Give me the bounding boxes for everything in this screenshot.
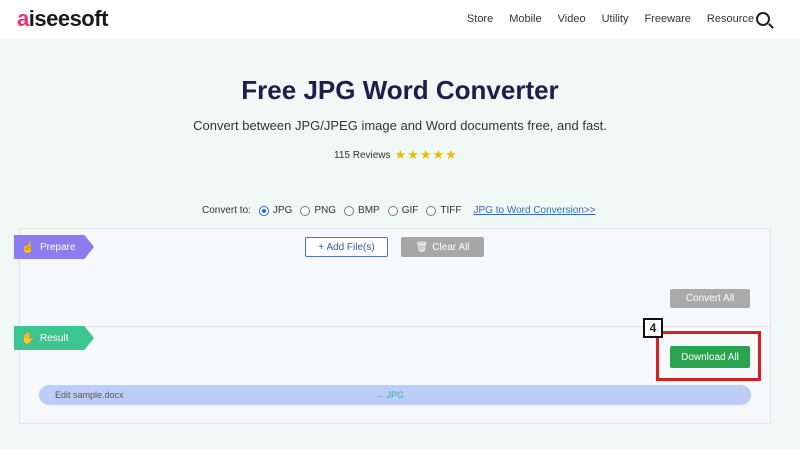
- clear-all-label: Clear All: [432, 241, 470, 253]
- nav-store[interactable]: Store: [467, 13, 493, 25]
- result-tag: ✋ Result: [14, 326, 94, 350]
- search-icon[interactable]: [756, 12, 770, 26]
- convert-to-label: Convert to:: [202, 205, 251, 216]
- result-label: Result: [40, 332, 69, 344]
- hand-pointer-icon: ☝: [21, 241, 35, 254]
- radio-tiff[interactable]: [426, 205, 437, 216]
- prepare-tag: ☝ Prepare: [14, 235, 94, 259]
- output-format: → JPG: [375, 390, 405, 400]
- trash-icon: 🗑: [415, 241, 429, 253]
- file-name: Edit sample.docx: [55, 390, 124, 400]
- nav-utility[interactable]: Utility: [602, 13, 629, 25]
- file-row[interactable]: Edit sample.docx → JPG: [39, 385, 751, 405]
- nav-video[interactable]: Video: [558, 13, 586, 25]
- nav-freeware[interactable]: Freeware: [644, 13, 690, 25]
- option-jpg-label[interactable]: JPG: [273, 205, 292, 216]
- radio-jpg[interactable]: [258, 205, 269, 216]
- reviews-count[interactable]: 115 Reviews: [334, 150, 391, 161]
- radio-png[interactable]: [300, 205, 311, 216]
- radio-gif[interactable]: [387, 205, 398, 216]
- convert-to-options: Convert to: JPG PNG BMP GIF TIFF JPG to …: [202, 205, 596, 216]
- option-bmp-label[interactable]: BMP: [358, 205, 380, 216]
- hand-icon: ✋: [21, 332, 35, 345]
- option-tiff-label[interactable]: TIFF: [440, 205, 461, 216]
- logo-accent-a: a: [17, 6, 29, 31]
- step-number-badge: 4: [643, 318, 663, 338]
- add-files-button[interactable]: + Add File(s): [305, 237, 388, 257]
- nav-mobile[interactable]: Mobile: [509, 13, 541, 25]
- option-png-label[interactable]: PNG: [314, 205, 336, 216]
- nav-resource[interactable]: Resource: [707, 13, 754, 25]
- rating-stars-icon: ★★★★★: [394, 147, 458, 162]
- clear-all-button[interactable]: 🗑 Clear All: [401, 237, 484, 257]
- jpg-to-word-link[interactable]: JPG to Word Conversion>>: [474, 205, 596, 216]
- top-navigation-bar: aiseesoft Store Mobile Video Utility Fre…: [0, 0, 800, 39]
- step-highlight-box: [656, 331, 761, 381]
- main-nav: Store Mobile Video Utility Freeware Reso…: [451, 13, 754, 25]
- page-subtitle: Convert between JPG/JPEG image and Word …: [193, 118, 607, 133]
- page-title: Free JPG Word Converter: [241, 75, 559, 105]
- reviews-summary: 115 Reviews ★★★★★: [334, 147, 458, 163]
- convert-all-button[interactable]: Convert All: [670, 289, 750, 308]
- radio-bmp[interactable]: [344, 205, 355, 216]
- brand-logo[interactable]: aiseesoft: [17, 6, 108, 32]
- option-gif-label[interactable]: GIF: [402, 205, 419, 216]
- prepare-label: Prepare: [40, 241, 76, 253]
